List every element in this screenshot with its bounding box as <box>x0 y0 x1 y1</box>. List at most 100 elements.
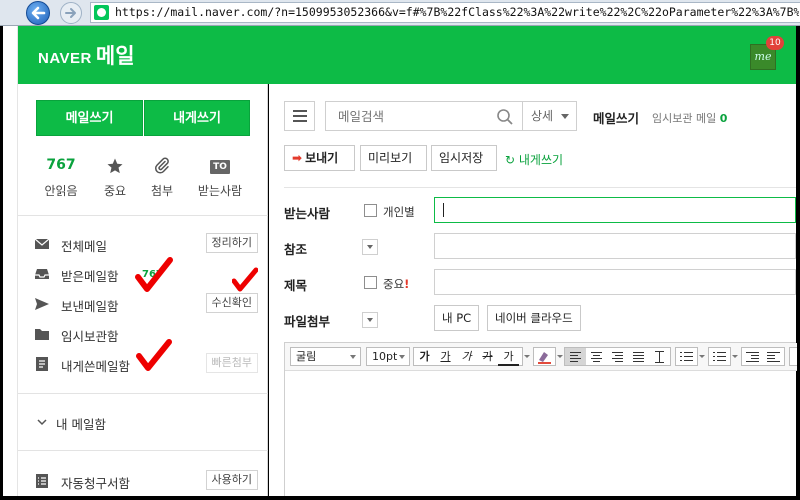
detail-search-button[interactable]: 상세 <box>523 101 577 131</box>
outdent-icon[interactable] <box>742 348 763 365</box>
search-input[interactable] <box>326 102 492 130</box>
attach-dropdown-icon[interactable] <box>362 312 378 328</box>
star-icon <box>107 158 123 173</box>
text-cursor <box>443 203 444 217</box>
red-checkmark-icon <box>135 257 173 292</box>
align-center-icon[interactable] <box>586 348 607 365</box>
bullet-list-button[interactable] <box>708 347 731 366</box>
search-icon[interactable] <box>496 108 514 126</box>
strike-button[interactable]: 가 <box>477 348 498 365</box>
temp-saved-count: 0 <box>719 112 728 125</box>
write-to-self-link[interactable]: ↻ 내게쓰기 <box>505 151 563 168</box>
temp-saved-info[interactable]: 임시보관 메일 0 <box>652 110 727 126</box>
subject-label: 제목 <box>284 278 308 293</box>
highlight-dropdown-icon[interactable] <box>556 347 564 366</box>
italic-button[interactable]: 가 <box>456 348 477 365</box>
my-pc-button[interactable]: 내 PC <box>434 305 480 331</box>
underline-button[interactable]: 가 <box>435 348 456 365</box>
my-mailbox-toggle[interactable]: 내 메일함 <box>34 411 258 433</box>
red-checkmark-icon <box>232 267 258 292</box>
important-checkbox[interactable] <box>364 276 377 289</box>
text-style-group: 가가가가가 <box>413 347 523 366</box>
cc-dropdown-icon[interactable] <box>362 239 378 255</box>
font-select[interactable]: 굴림 <box>290 347 361 366</box>
folder-label: 자동청구서함 <box>61 476 131 491</box>
quick-attachment[interactable]: 첨부 <box>133 154 191 199</box>
divider <box>18 450 268 451</box>
folder-label: 보낸메일함 <box>61 299 119 314</box>
left-frame <box>0 26 18 500</box>
to-icon: TO <box>210 160 230 174</box>
my-mailbox-label: 내 메일함 <box>56 417 106 432</box>
menu-icon[interactable] <box>284 101 315 131</box>
indent-group <box>741 347 785 366</box>
save-draft-button[interactable]: 임시저장 <box>431 145 497 171</box>
numbered-list-button[interactable] <box>675 347 698 366</box>
individual-checkbox[interactable] <box>364 204 377 217</box>
folder-auto-billing[interactable]: 자동청구서함 사용하기 <box>34 470 258 492</box>
write-mail-button[interactable]: 메일쓰기 <box>36 100 143 136</box>
detail-search-label: 상세 <box>531 109 554 123</box>
quick-recipient[interactable]: TO 받는사람 <box>191 154 249 199</box>
naver-cloud-button[interactable]: 네이버 클라우드 <box>487 305 581 331</box>
organize-button[interactable]: 정리하기 <box>205 233 258 253</box>
write-to-self-button[interactable]: 내게쓰기 <box>144 100 250 136</box>
divider <box>18 215 268 216</box>
quick-label: 안읽음 <box>44 184 78 198</box>
line-height-icon[interactable] <box>649 348 670 365</box>
recipient-input[interactable] <box>434 197 796 223</box>
subject-input[interactable] <box>434 269 796 295</box>
folder-all-mail[interactable]: 전체메일 정리하기 <box>34 233 258 255</box>
compose-area: 상세 메일쓰기 임시보관 메일 0 ➡보내기 미리보기 임시저장 ↻ 내게쓰기 … <box>269 84 797 496</box>
self-write-label: 내게쓰기 <box>518 153 564 167</box>
more-tools-button[interactable] <box>789 347 797 366</box>
red-checkmark-icon <box>136 339 172 371</box>
recipient-label: 받는사람 <box>284 206 331 221</box>
envelope-icon <box>34 238 50 249</box>
arrow-right-icon: ➡ <box>292 151 303 165</box>
notification-badge: 10 <box>766 36 784 50</box>
quick-attach-button[interactable]: 빠른첨부 <box>205 353 258 373</box>
forward-arrow-icon[interactable] <box>60 2 82 24</box>
cc-input[interactable] <box>434 233 796 259</box>
text-color-dropdown-icon[interactable] <box>523 347 531 366</box>
naver-mail-logo[interactable]: NAVER 메일 <box>38 40 135 70</box>
highlight-icon <box>538 352 551 364</box>
mail-header: NAVER 메일 me 10 <box>18 26 796 84</box>
numbered-list-dropdown-icon[interactable] <box>698 347 706 366</box>
bullet-list-dropdown-icon[interactable] <box>731 347 739 366</box>
logo-brand: NAVER <box>38 50 92 67</box>
send-icon <box>35 298 49 310</box>
send-button[interactable]: ➡ 보내기 <box>284 145 355 171</box>
divider <box>284 187 796 188</box>
indent-icon[interactable] <box>763 348 784 365</box>
temp-saved-label: 임시보관 메일 <box>652 112 717 125</box>
align-right-icon[interactable] <box>607 348 628 365</box>
folder-icon <box>35 329 49 340</box>
font-size-select[interactable]: 10pt <box>366 347 410 366</box>
caret-down-icon <box>561 114 569 119</box>
align-left-icon[interactable] <box>565 348 586 365</box>
use-button[interactable]: 사용하기 <box>205 470 258 490</box>
bold-button[interactable]: 가 <box>414 348 435 365</box>
quick-unread[interactable]: 767 안읽음 <box>32 154 90 199</box>
preview-button[interactable]: 미리보기 <box>360 145 427 171</box>
read-receipt-button[interactable]: 수신확인 <box>205 293 258 313</box>
address-bar[interactable]: https://mail.naver.com/?n=1509953052366&… <box>90 2 800 23</box>
text-color-button[interactable]: 가 <box>498 349 519 366</box>
folder-label: 받은메일함 <box>61 269 119 284</box>
search-box <box>325 101 523 131</box>
editor-toolbar: 굴림 10pt 가가가가가 <box>285 343 797 371</box>
mail-editor[interactable]: 굴림 10pt 가가가가가 <box>284 342 797 496</box>
important-mark: ! <box>404 277 410 291</box>
individual-label: 개인별 <box>383 205 415 219</box>
align-justify-icon[interactable] <box>628 348 649 365</box>
send-label: 보내기 <box>305 151 339 165</box>
highlight-button[interactable] <box>533 347 556 366</box>
bullet-list-icon <box>709 348 730 365</box>
divider <box>18 393 268 394</box>
chevron-down-icon <box>37 419 47 426</box>
url-text[interactable]: https://mail.naver.com/?n=1509953052366&… <box>115 5 799 19</box>
back-arrow-icon[interactable] <box>26 1 50 25</box>
cc-label: 참조 <box>284 242 308 257</box>
